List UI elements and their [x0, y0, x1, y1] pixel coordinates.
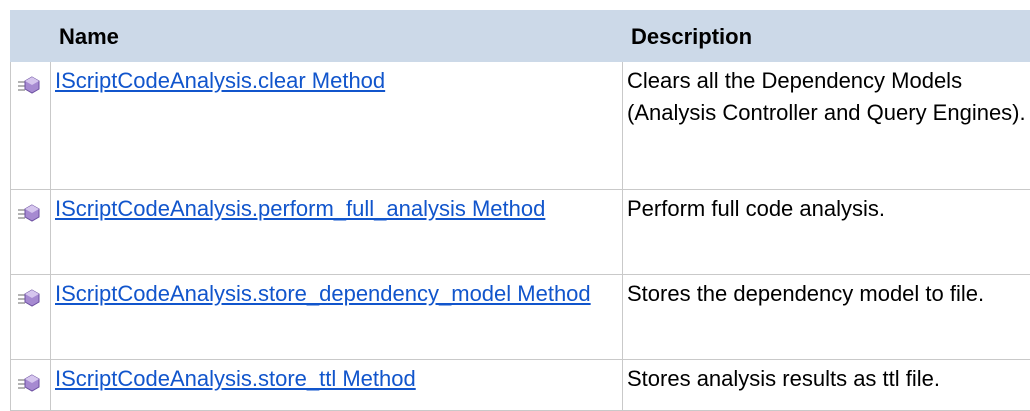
header-description: Description	[623, 11, 1030, 62]
member-link[interactable]: IScriptCodeAnalysis.store_ttl Method	[55, 366, 416, 391]
public-method-icon-svg	[17, 201, 41, 223]
member-description: Clears all the Dependency Models (Analys…	[623, 62, 1030, 190]
public-method-icon-svg	[17, 286, 41, 308]
member-link[interactable]: IScriptCodeAnalysis.clear Method	[55, 68, 385, 93]
header-icon-column	[11, 11, 51, 62]
table-row: IScriptCodeAnalysis.clear Method Clears …	[11, 62, 1030, 190]
header-name: Name	[51, 11, 623, 62]
public-method-icon-svg	[17, 73, 41, 95]
members-table: Name Description IScriptCodeAnalysis.cle…	[10, 10, 1030, 411]
table-header-row: Name Description	[11, 11, 1030, 62]
table-row: IScriptCodeAnalysis.store_ttl Method Sto…	[11, 360, 1030, 411]
public-method-icon	[11, 360, 51, 411]
member-description: Stores analysis results as ttl file.	[623, 360, 1030, 411]
table-row: IScriptCodeAnalysis.perform_full_analysi…	[11, 190, 1030, 275]
member-description: Perform full code analysis.	[623, 190, 1030, 275]
public-method-icon	[11, 190, 51, 275]
member-link[interactable]: IScriptCodeAnalysis.perform_full_analysi…	[55, 196, 545, 221]
public-method-icon	[11, 62, 51, 190]
table-row: IScriptCodeAnalysis.store_dependency_mod…	[11, 275, 1030, 360]
public-method-icon-svg	[17, 371, 41, 393]
public-method-icon	[11, 275, 51, 360]
member-description: Stores the dependency model to file.	[623, 275, 1030, 360]
member-link[interactable]: IScriptCodeAnalysis.store_dependency_mod…	[55, 281, 591, 306]
